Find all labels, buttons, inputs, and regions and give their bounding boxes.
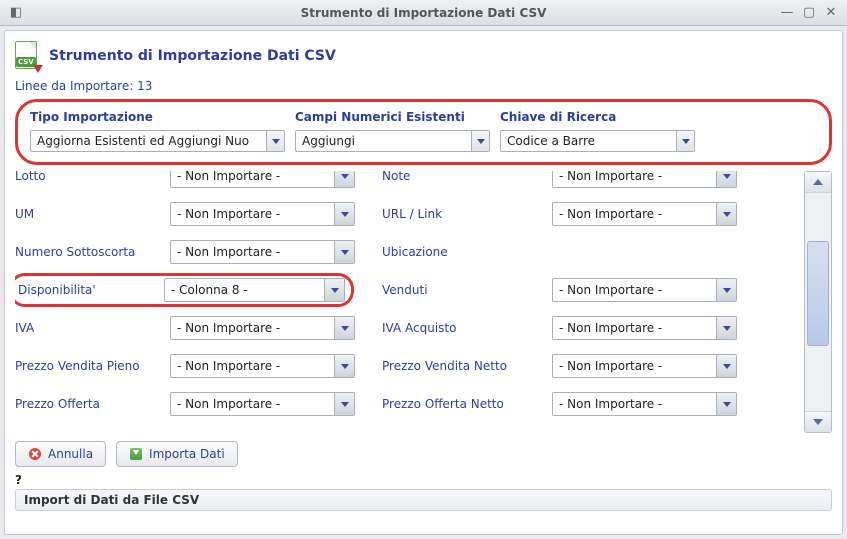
field-label-pvnnetto: Prezzo Vendita Netto xyxy=(382,359,552,373)
field-select-iva[interactable]: - Non Importare - xyxy=(170,316,355,340)
tipo-importazione-select[interactable]: Aggiorna Esistenti ed Aggiungi Nuo xyxy=(30,130,285,152)
chevron-down-icon xyxy=(266,131,284,151)
cancel-button-label: Annulla xyxy=(48,447,93,461)
chevron-down-icon xyxy=(334,393,354,415)
client-area: CSV Strumento di Importazione Dati CSV L… xyxy=(4,30,843,535)
field-label-lotto: Lotto xyxy=(15,171,170,183)
field-label-disponibilita: Disponibilita' xyxy=(18,283,164,297)
field-select-pofferta[interactable]: - Non Importare - xyxy=(170,392,355,416)
minimize-icon[interactable]: — xyxy=(779,5,795,21)
campi-numerici-value: Aggiungi xyxy=(296,134,471,148)
scroll-thumb[interactable] xyxy=(807,241,829,346)
page-header: CSV Strumento di Importazione Dati CSV xyxy=(5,31,842,75)
import-icon xyxy=(129,447,143,461)
chevron-down-icon xyxy=(334,355,354,377)
chiave-ricerca-value: Codice a Barre xyxy=(501,134,676,148)
scroll-up-icon[interactable] xyxy=(805,172,831,192)
campi-numerici-select[interactable]: Aggiungi xyxy=(295,130,490,152)
field-row: Prezzo Vendita Pieno - Non Importare - P… xyxy=(15,347,796,385)
chevron-down-icon xyxy=(334,317,354,339)
field-label-ivaacquisto: IVA Acquisto xyxy=(382,321,552,335)
tipo-importazione-label: Tipo Importazione xyxy=(30,110,295,124)
field-disponibilita-highlight: Disponibilita' - Colonna 8 - xyxy=(15,273,360,307)
help-question-mark[interactable]: ? xyxy=(15,473,22,487)
chevron-down-icon xyxy=(676,131,694,151)
chevron-down-icon xyxy=(716,203,736,225)
status-bar: Import di Dati da File CSV xyxy=(15,489,832,511)
field-select-lotto[interactable]: - Non Importare - xyxy=(170,171,355,188)
field-select-venduti[interactable]: - Non Importare - xyxy=(552,278,737,302)
chevron-down-icon xyxy=(334,171,354,187)
close-icon[interactable]: ✕ xyxy=(823,5,839,21)
field-rows-viewport: Lotto - Non Importare - Note - Non Impor… xyxy=(15,171,796,433)
field-select-disponibilita[interactable]: - Colonna 8 - xyxy=(164,278,345,302)
chevron-down-icon xyxy=(334,203,354,225)
chiave-ricerca-label: Chiave di Ricerca xyxy=(500,110,710,124)
csv-file-icon: CSV xyxy=(15,41,41,71)
field-label-ubicazione: Ubicazione xyxy=(382,245,552,259)
field-select-pvpieno[interactable]: - Non Importare - xyxy=(170,354,355,378)
field-select-note[interactable]: - Non Importare - xyxy=(552,171,737,188)
field-select-urllink[interactable]: - Non Importare - xyxy=(552,202,737,226)
cancel-button[interactable]: Annulla xyxy=(15,441,106,467)
field-row: UM - Non Importare - URL / Link - Non Im… xyxy=(15,195,796,233)
action-buttons: Annulla Importa Dati xyxy=(5,433,842,473)
window-title: Strumento di Importazione Dati CSV xyxy=(0,6,847,20)
field-label-urllink: URL / Link xyxy=(382,207,552,221)
field-select-nsottoscorta[interactable]: - Non Importare - xyxy=(170,240,355,264)
chevron-down-icon xyxy=(716,317,736,339)
chevron-down-icon xyxy=(716,355,736,377)
chevron-down-icon xyxy=(716,393,736,415)
field-row: Disponibilita' - Colonna 8 - Venduti - N… xyxy=(15,271,796,309)
chevron-down-icon xyxy=(471,131,489,151)
field-select-um[interactable]: - Non Importare - xyxy=(170,202,355,226)
field-row: Prezzo Offerta - Non Importare - Prezzo … xyxy=(15,385,796,423)
field-select-ivaacquisto[interactable]: - Non Importare - xyxy=(552,316,737,340)
scroll-down-icon[interactable] xyxy=(805,412,831,432)
import-options-group: Tipo Importazione Campi Numerici Esisten… xyxy=(15,99,832,165)
field-label-pvpieno: Prezzo Vendita Pieno xyxy=(15,359,170,373)
field-label-note: Note xyxy=(382,171,552,183)
field-select-poffertanetto[interactable]: - Non Importare - xyxy=(552,392,737,416)
field-label-nsottoscorta: Numero Sottoscorta xyxy=(15,245,170,259)
chevron-down-icon xyxy=(716,171,736,187)
field-row: Numero Sottoscorta - Non Importare - Ubi… xyxy=(15,233,796,271)
lines-to-import-label: Linee da Importare: 13 xyxy=(5,75,842,99)
field-label-iva: IVA xyxy=(15,321,170,335)
chevron-down-icon xyxy=(334,241,354,263)
import-button-label: Importa Dati xyxy=(149,447,225,461)
field-label-poffertanetto: Prezzo Offerta Netto xyxy=(382,397,552,411)
chevron-down-icon xyxy=(716,279,736,301)
field-mapping-area: Lotto - Non Importare - Note - Non Impor… xyxy=(15,171,832,433)
window-titlebar: ◧ Strumento di Importazione Dati CSV — ▢… xyxy=(0,0,847,26)
maximize-icon[interactable]: ▢ xyxy=(801,5,817,21)
tipo-importazione-value: Aggiorna Esistenti ed Aggiungi Nuo xyxy=(31,134,266,148)
import-button[interactable]: Importa Dati xyxy=(116,441,238,467)
cancel-icon xyxy=(28,447,42,461)
scroll-track[interactable] xyxy=(805,192,831,412)
window-menu-icon[interactable]: ◧ xyxy=(8,5,24,21)
field-row: Lotto - Non Importare - Note - Non Impor… xyxy=(15,171,796,195)
vertical-scrollbar[interactable] xyxy=(804,171,832,433)
chevron-down-icon xyxy=(324,279,344,301)
field-row: IVA - Non Importare - IVA Acquisto - Non… xyxy=(15,309,796,347)
chiave-ricerca-select[interactable]: Codice a Barre xyxy=(500,130,695,152)
field-label-um: UM xyxy=(15,207,170,221)
page-title: Strumento di Importazione Dati CSV xyxy=(49,48,336,64)
campi-numerici-label: Campi Numerici Esistenti xyxy=(295,110,500,124)
field-select-pvnnetto[interactable]: - Non Importare - xyxy=(552,354,737,378)
field-label-venduti: Venduti xyxy=(382,283,552,297)
field-label-pofferta: Prezzo Offerta xyxy=(15,397,170,411)
status-area: ? xyxy=(5,473,842,487)
